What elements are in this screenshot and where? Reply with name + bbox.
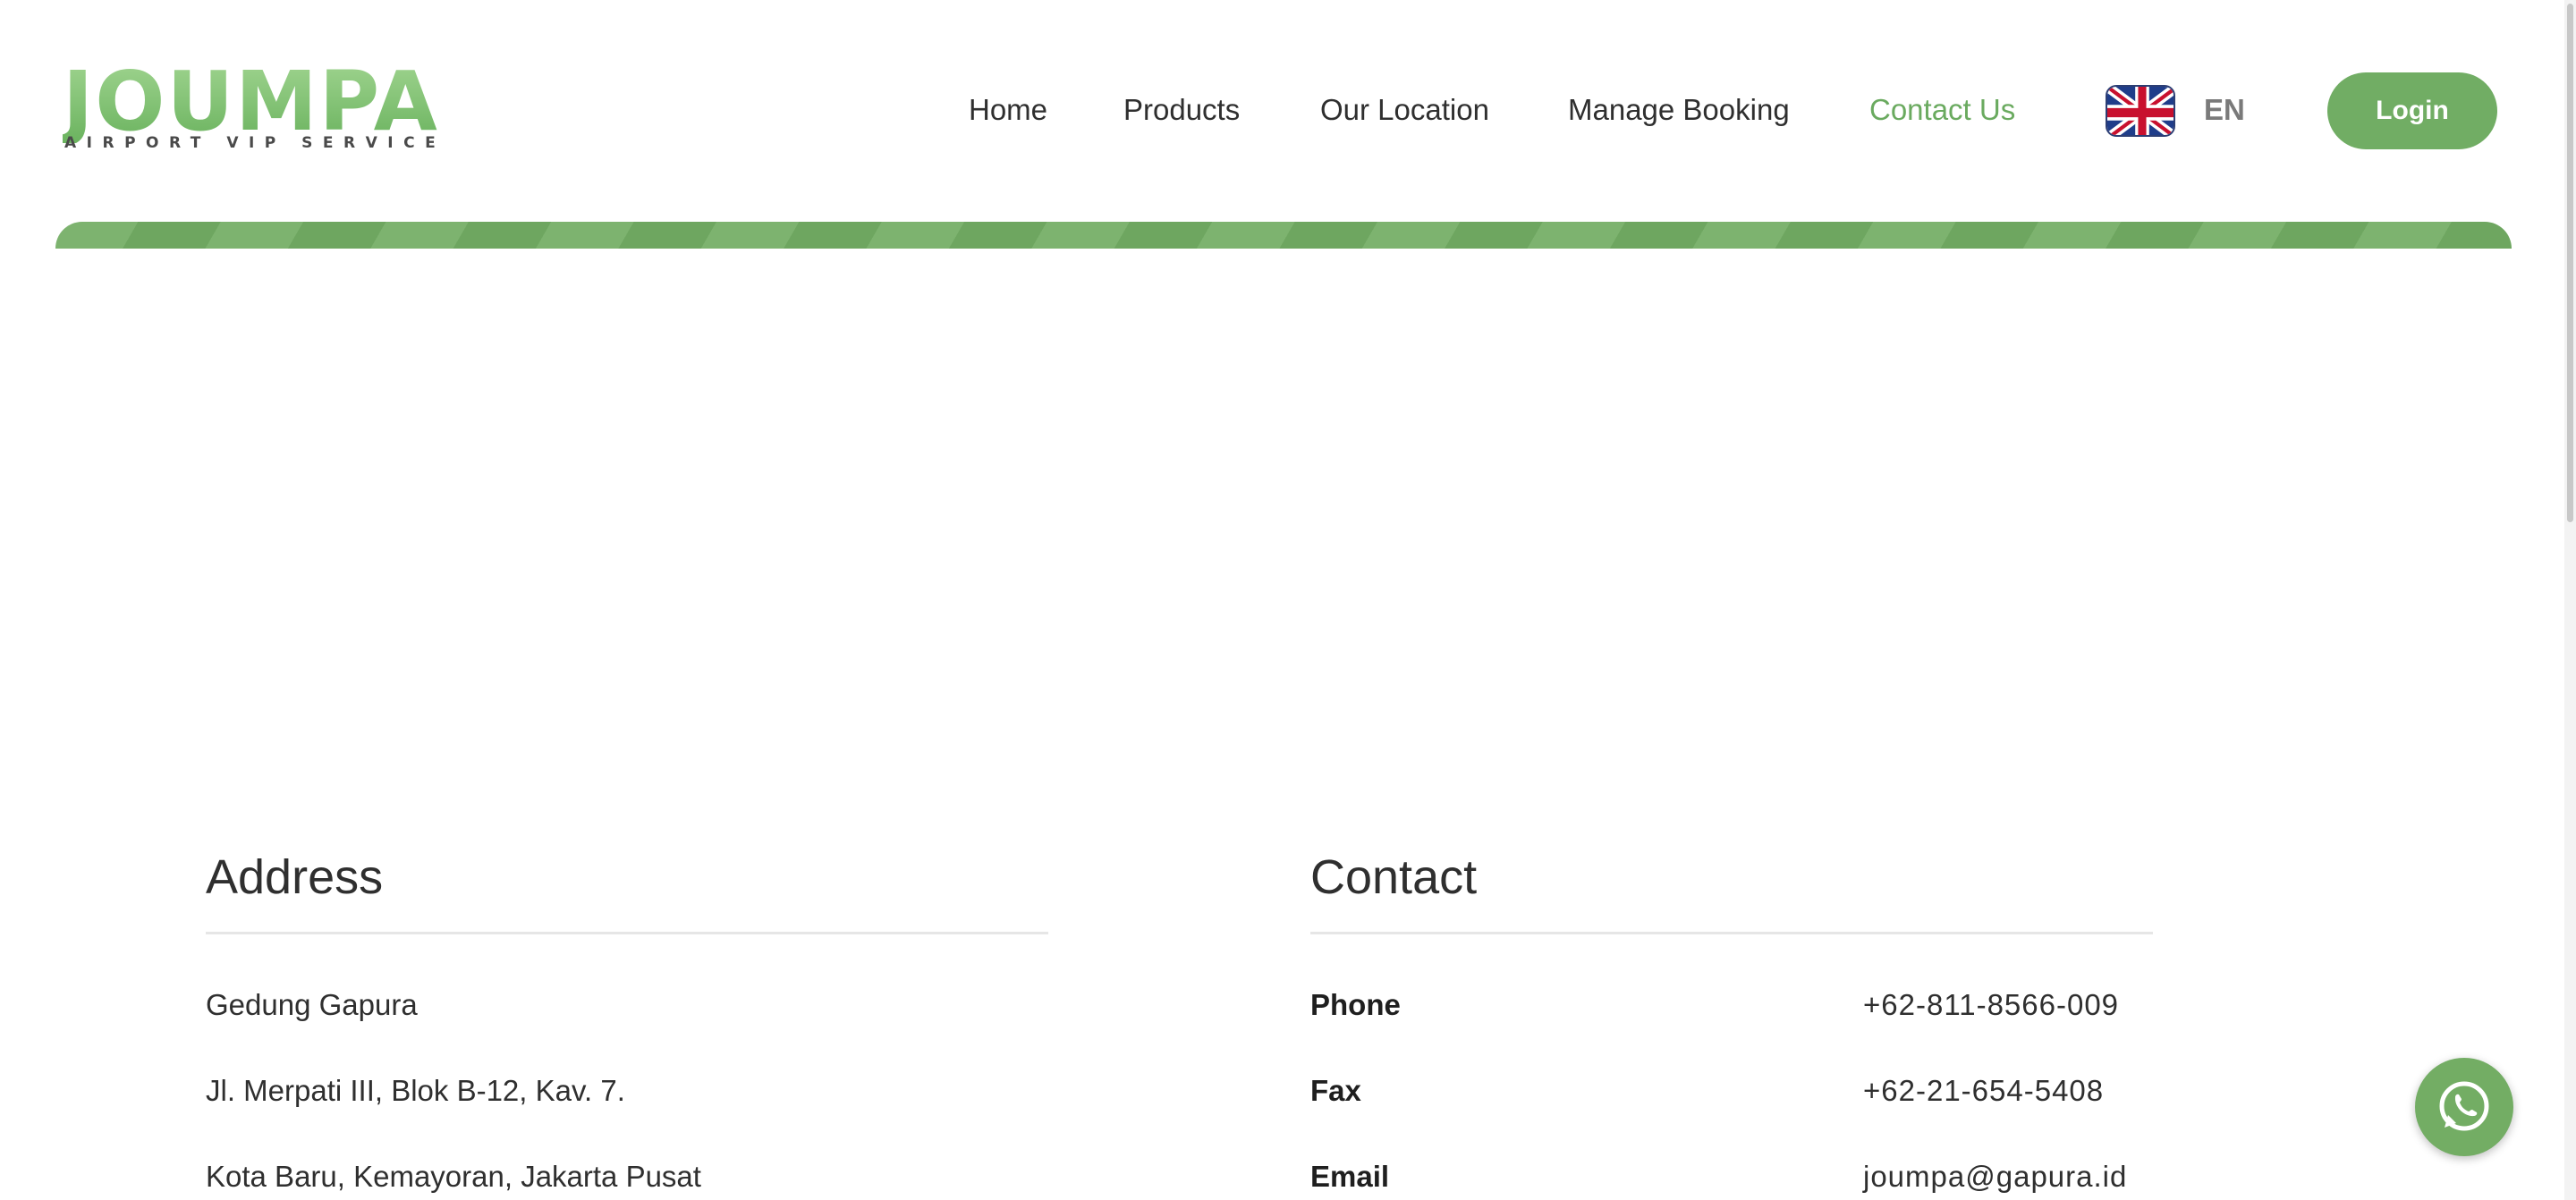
contact-section: Contact Phone +62-811-8566-009 Fax +62-2… [1310, 848, 2153, 1193]
page-scrollbar[interactable] [2564, 0, 2576, 1200]
phone-label: Phone [1310, 988, 1401, 1021]
logo-tagline: AIRPORT VIP SERVICE [64, 134, 446, 152]
address-line: Gedung Gapura [206, 988, 418, 1021]
banner-pattern [55, 222, 2512, 249]
nav-item-contact-us[interactable]: Contact Us [1869, 88, 2015, 132]
language-selector[interactable]: EN [2204, 88, 2245, 132]
fax-label: Fax [1310, 1074, 1361, 1107]
whatsapp-icon [2439, 1081, 2489, 1131]
uk-flag-icon[interactable] [2106, 85, 2175, 137]
nav-item-products[interactable]: Products [1123, 88, 1240, 132]
joumpa-logo[interactable]: JOUMPA AIRPORT VIP SERVICE [63, 61, 437, 159]
site-header: JOUMPA AIRPORT VIP SERVICE Home Products… [0, 0, 2576, 224]
contact-title: Contact [1310, 850, 1478, 904]
phone-value[interactable]: +62-811-8566-009 [1863, 985, 2119, 1025]
contact-divider [1310, 932, 2153, 934]
email-value[interactable]: joumpa@gapura.id [1863, 1157, 2127, 1196]
address-divider [206, 932, 1048, 934]
whatsapp-button[interactable] [2415, 1058, 2513, 1156]
fax-value: +62-21-654-5408 [1863, 1074, 2105, 1107]
address-section: Address Gedung Gapura Jl. Merpati III, B… [206, 848, 1048, 1193]
address-line: Kota Baru, Kemayoran, Jakarta Pusat [206, 1160, 701, 1193]
hero-banner-strip [55, 222, 2512, 249]
logo-wordmark: JOUMPA [63, 54, 439, 149]
login-button[interactable]: Login [2327, 72, 2497, 149]
nav-item-home[interactable]: Home [969, 88, 1047, 132]
nav-item-manage-booking[interactable]: Manage Booking [1568, 88, 1790, 132]
address-title: Address [206, 850, 384, 904]
address-line: Jl. Merpati III, Blok B-12, Kav. 7. [206, 1074, 625, 1107]
scrollbar-thumb[interactable] [2567, 4, 2573, 522]
email-label: Email [1310, 1160, 1390, 1193]
nav-item-our-location[interactable]: Our Location [1320, 88, 1489, 132]
